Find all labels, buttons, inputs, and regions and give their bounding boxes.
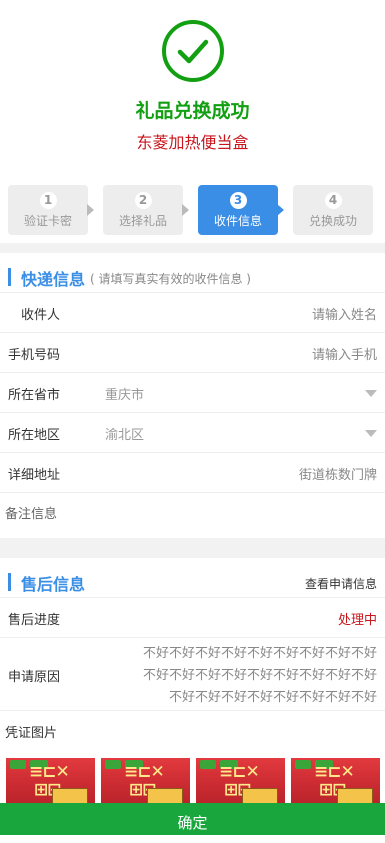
phone-row[interactable]: 手机号码 请输入手机 — [0, 332, 385, 372]
step-number: 1 — [39, 192, 57, 209]
step-redeem-success: 4 兑换成功 — [293, 185, 373, 235]
step-number: 4 — [324, 192, 342, 209]
success-title: 礼品兑换成功 — [135, 100, 250, 122]
section-marker — [8, 573, 11, 591]
brand-logo-icon — [200, 760, 216, 769]
dropdown-arrow-icon[interactable] — [365, 430, 377, 437]
district-label: 所在地区 — [8, 428, 61, 443]
phone-label: 手机号码 — [8, 348, 61, 363]
recipient-input[interactable]: 请输入姓名 — [312, 304, 377, 323]
brand-logo-icon — [105, 760, 121, 769]
section-divider — [0, 538, 385, 560]
box-graphic-icon: ≡⊏✕ — [314, 762, 355, 782]
remark-row[interactable]: 备注信息 — [0, 492, 385, 538]
province-row[interactable]: 所在省市 重庆市 — [0, 372, 385, 412]
product-photo-thumbnail[interactable]: ≡⊏✕ ⊞⊟ — [291, 758, 380, 806]
step-label: 兑换成功 — [308, 214, 357, 228]
progress-status: 处理中 — [337, 613, 377, 628]
province-label: 所在省市 — [8, 388, 61, 403]
confirm-button[interactable]: 确定 — [0, 803, 385, 835]
result-header: 礼品兑换成功 东菱加热便当盒 1 验证卡密 2 选择礼品 3 收件信息 4 兑换… — [0, 0, 385, 243]
district-select[interactable]: 渝北区 — [105, 424, 144, 443]
recipient-label: 收件人 — [21, 308, 61, 323]
step-arrow-icon — [277, 204, 284, 216]
step-number: 3 — [229, 192, 247, 209]
after-sale-section-title: 售后信息 — [21, 575, 86, 594]
section-marker — [8, 268, 11, 286]
reason-text: 不好不好不好不好不好不好不好不好不好 不好不好不好不好不好不好不好不好不好 不好… — [92, 643, 377, 709]
progress-label: 售后进度 — [8, 613, 61, 628]
reason-line: 不好不好不好不好不好不好不好不好 — [168, 690, 377, 705]
delivery-section-title: 快递信息 — [21, 270, 86, 289]
district-row[interactable]: 所在地区 渝北区 — [0, 412, 385, 452]
box-graphic-icon: ≡⊏✕ — [124, 762, 165, 782]
province-select[interactable]: 重庆市 — [105, 384, 144, 403]
step-arrow-icon — [87, 204, 94, 216]
step-label: 验证卡密 — [23, 214, 72, 228]
step-label: 选择礼品 — [118, 214, 167, 228]
brand-logo-icon — [295, 760, 311, 769]
box-graphic-icon: ≡⊏✕ — [29, 762, 70, 782]
view-application-link[interactable]: 查看申请信息 — [305, 575, 377, 592]
reason-label: 申请原因 — [8, 670, 61, 685]
section-divider — [0, 243, 385, 253]
remark-textarea[interactable]: 备注信息 — [5, 503, 57, 522]
product-photo-thumbnail[interactable]: ≡⊏✕ ⊞⊟ — [101, 758, 190, 806]
phone-input[interactable]: 请输入手机 — [312, 344, 377, 363]
step-arrow-icon — [182, 204, 189, 216]
address-row[interactable]: 详细地址 街道栋数门牌 — [0, 452, 385, 492]
dropdown-arrow-icon[interactable] — [365, 390, 377, 397]
product-photo-thumbnail[interactable]: ≡⊏✕ ⊞⊟ — [196, 758, 285, 806]
step-select-gift: 2 选择礼品 — [103, 185, 183, 235]
voucher-label: 凭证图片 — [5, 726, 58, 741]
step-label: 收件信息 — [213, 214, 262, 228]
progress-steps: 1 验证卡密 2 选择礼品 3 收件信息 4 兑换成功 — [0, 185, 385, 235]
progress-row: 售后进度 处理中 — [0, 597, 385, 637]
box-graphic-icon: ≡⊏✕ — [219, 762, 260, 782]
voucher-photos: ≡⊏✕ ⊞⊟ ≡⊏✕ ⊞⊟ ≡⊏✕ ⊞⊟ ≡⊏✕ ⊞⊟ — [0, 750, 385, 806]
step-verify: 1 验证卡密 — [8, 185, 88, 235]
brand-logo-icon — [10, 760, 26, 769]
step-number: 2 — [134, 192, 152, 209]
voucher-row: 凭证图片 — [0, 710, 385, 750]
step-recipient-info: 3 收件信息 — [198, 185, 278, 235]
product-photo-thumbnail[interactable]: ≡⊏✕ ⊞⊟ — [6, 758, 95, 806]
success-check-icon — [162, 20, 224, 82]
gift-name: 东菱加热便当盒 — [136, 133, 249, 152]
reason-line: 不好不好不好不好不好不好不好不好不好 — [142, 668, 377, 683]
address-label: 详细地址 — [8, 468, 61, 483]
recipient-row[interactable]: 收件人 请输入姓名 — [0, 292, 385, 332]
reason-line: 不好不好不好不好不好不好不好不好不好 — [142, 646, 377, 661]
address-input[interactable]: 街道栋数门牌 — [299, 464, 377, 483]
reason-row: 申请原因 不好不好不好不好不好不好不好不好不好 不好不好不好不好不好不好不好不好… — [0, 637, 385, 710]
delivery-section-note: ( 请填写真实有效的收件信息 ) — [90, 272, 251, 286]
